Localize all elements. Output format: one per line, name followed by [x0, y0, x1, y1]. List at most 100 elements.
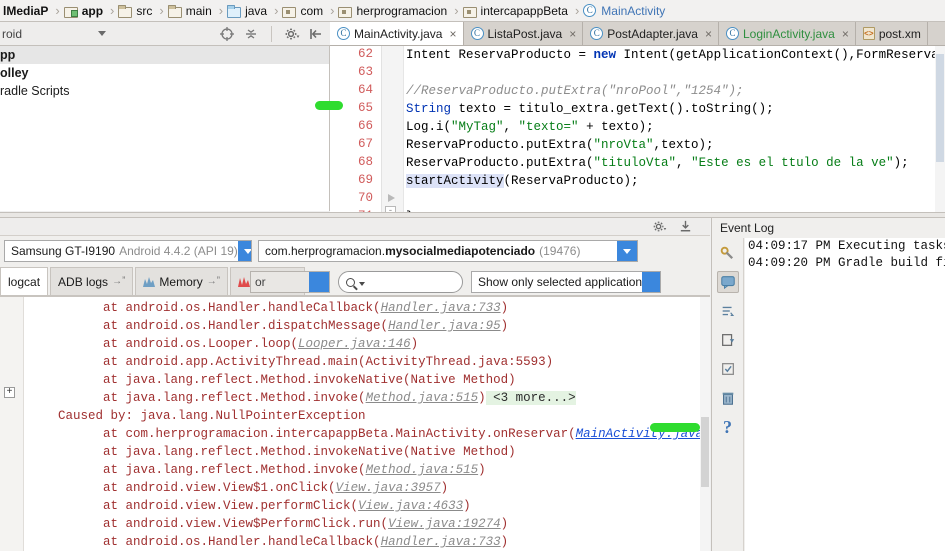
process-combo[interactable]: com.herprogramacion. mysocialmediapotenc…	[258, 240, 638, 262]
editor-tab-bar: C MainActivity.java × C ListaPost.java × C Post…	[330, 22, 945, 46]
class-icon: C	[337, 27, 350, 40]
annotation-marker-line65	[315, 101, 343, 110]
settings-run-icon[interactable]	[717, 242, 739, 264]
source-link[interactable]: Handler.java:95	[388, 319, 501, 333]
sort-icon[interactable]	[717, 300, 739, 322]
event-log-entries[interactable]: 04:09:17 PM Executing tasks: 04:09:20 PM …	[745, 238, 945, 551]
checkbox-icon[interactable]	[717, 358, 739, 380]
logcat-line: Caused by: java.lang.NullPointerExceptio…	[28, 409, 366, 423]
monitor-tab-memory[interactable]: Memory →ˮ	[135, 267, 229, 295]
editor-tab-post-xm[interactable]: <> post.xm	[855, 22, 928, 45]
collapse-all-icon[interactable]	[243, 26, 259, 42]
monitor-tab-logcat[interactable]: logcat	[0, 267, 49, 295]
project-view-selector[interactable]: roid	[0, 22, 110, 45]
gear-icon[interactable]	[652, 219, 668, 235]
logcat-search-input[interactable]	[338, 271, 463, 293]
close-icon[interactable]: ×	[449, 28, 456, 40]
speech-bubble-icon[interactable]	[716, 271, 739, 293]
logcat-line: at java.lang.reflect.Method.invoke(Metho…	[28, 463, 486, 477]
export-icon[interactable]	[717, 329, 739, 351]
folder-blue-icon	[227, 4, 242, 18]
application-filter-arrow[interactable]	[642, 272, 660, 292]
annotation-marker-stacktrace	[650, 423, 700, 432]
chevron-down-icon[interactable]	[359, 282, 365, 286]
source-link[interactable]: View.java:3957	[336, 481, 441, 495]
source-link[interactable]: Method.java:515	[366, 391, 479, 405]
trash-icon[interactable]	[717, 387, 739, 409]
pin-icon[interactable]: →ˮ	[207, 276, 220, 287]
device-combo[interactable]: Samsung GT-I9190 Android 4.4.2 (API 19)	[4, 240, 252, 262]
source-link[interactable]: Handler.java:733	[381, 301, 501, 315]
hide-panel-icon[interactable]	[308, 26, 324, 42]
monitor-tab-label: ADB logs	[58, 274, 109, 289]
cpu-icon	[238, 276, 251, 288]
editor-scrollbar[interactable]	[935, 46, 945, 212]
fold-expand-icon[interactable]: +	[4, 387, 15, 398]
tree-item[interactable]: olley	[0, 64, 329, 82]
folder-icon	[118, 4, 133, 18]
breadcrumb-item-app[interactable]: app	[63, 0, 106, 21]
code-line: ReservaProducto.putExtra("nroVta",texto)…	[406, 138, 714, 152]
logcat-scrollbar[interactable]	[700, 297, 710, 551]
folder-dot-icon	[282, 5, 297, 18]
source-link[interactable]: Handler.java:733	[381, 535, 501, 549]
line-number: 69	[357, 173, 373, 187]
editor-tab-postadapter-java[interactable]: C PostAdapter.java ×	[583, 22, 719, 45]
log-level-arrow[interactable]	[309, 272, 329, 292]
breadcrumb-item-com[interactable]: com	[281, 0, 326, 21]
logcat-output[interactable]: + at android.os.Handler.handleCallback(H…	[0, 296, 710, 551]
close-icon[interactable]: ×	[569, 28, 576, 40]
breadcrumb-item-lmediap[interactable]: lMediaP	[0, 0, 51, 21]
code-lines: Intent ReservaProducto = new Intent(getA…	[406, 46, 945, 212]
gear-icon[interactable]	[284, 26, 300, 42]
target-icon[interactable]	[219, 26, 235, 42]
logcat-line: at android.os.Looper.loop(Looper.java:14…	[28, 337, 419, 351]
logcat-line: at java.lang.reflect.Method.invoke(Metho…	[28, 391, 576, 405]
expand-more-chip[interactable]: <3 more...>	[485, 391, 576, 405]
log-level-combo[interactable]: or	[250, 271, 330, 293]
line-number: 65	[357, 101, 373, 115]
monitor-tab-adb-logs[interactable]: ADB logs →ˮ	[50, 267, 134, 295]
process-package-name: mysocialmediapotenciado	[385, 244, 536, 258]
source-link[interactable]: Looper.java:146	[298, 337, 411, 351]
close-icon[interactable]: ×	[842, 28, 849, 40]
line-number: 70	[357, 191, 373, 205]
source-link[interactable]: Method.java:515	[366, 463, 479, 477]
application-filter-combo[interactable]: Show only selected application	[471, 271, 661, 293]
code-editor[interactable]: 62636465666768697071 - Intent ReservaPro…	[330, 46, 945, 212]
device-selection-row: Samsung GT-I9190 Android 4.4.2 (API 19) …	[0, 236, 710, 266]
editor-tab-mainactivity-java[interactable]: C MainActivity.java ×	[330, 22, 464, 45]
help-icon[interactable]: ?	[717, 416, 739, 438]
breadcrumb-item-main[interactable]: main	[167, 0, 215, 21]
breadcrumb-separator: ›	[110, 3, 115, 18]
breadcrumb-item-java[interactable]: java	[226, 0, 270, 21]
breadcrumb-item-label: com	[300, 3, 324, 18]
logcat-line: at android.view.View$1.onClick(View.java…	[28, 481, 449, 495]
pin-icon[interactable]: →ˮ	[112, 276, 125, 287]
tree-item[interactable]: pp	[0, 46, 329, 64]
editor-scrollbar-thumb[interactable]	[936, 54, 944, 162]
project-panel-toolbar: roid	[0, 22, 330, 46]
device-combo-arrow[interactable]	[237, 241, 251, 261]
project-tree[interactable]: pp olley radle Scripts	[0, 46, 330, 211]
logcat-scrollbar-thumb[interactable]	[701, 417, 709, 487]
close-icon[interactable]: ×	[705, 28, 712, 40]
tree-item[interactable]: radle Scripts	[0, 82, 329, 100]
code-fold-column[interactable]: -	[382, 46, 404, 212]
editor-tab-listapost-java[interactable]: C ListaPost.java ×	[463, 22, 584, 45]
source-link[interactable]: View.java:4633	[358, 499, 463, 513]
event-log-entry[interactable]: 04:09:20 PM Gradle build fini	[745, 255, 945, 272]
breadcrumb-separator: ›	[274, 3, 279, 18]
breadcrumb-item-src[interactable]: src	[117, 0, 155, 21]
logcat-line: at java.lang.reflect.Method.invokeNative…	[28, 373, 516, 387]
editor-tab-loginactivity-java[interactable]: C LoginActivity.java ×	[718, 22, 856, 45]
monitor-tab-label: logcat	[8, 274, 41, 289]
project-view-label: roid	[2, 26, 23, 41]
source-link[interactable]: View.java:19274	[388, 517, 501, 531]
process-combo-arrow[interactable]	[617, 241, 637, 261]
hide-panel-icon[interactable]	[678, 219, 694, 235]
event-log-entry[interactable]: 04:09:17 PM Executing tasks:	[745, 238, 945, 255]
breadcrumb-item-label: app	[81, 3, 104, 18]
breadcrumb-item-label: main	[185, 3, 212, 18]
